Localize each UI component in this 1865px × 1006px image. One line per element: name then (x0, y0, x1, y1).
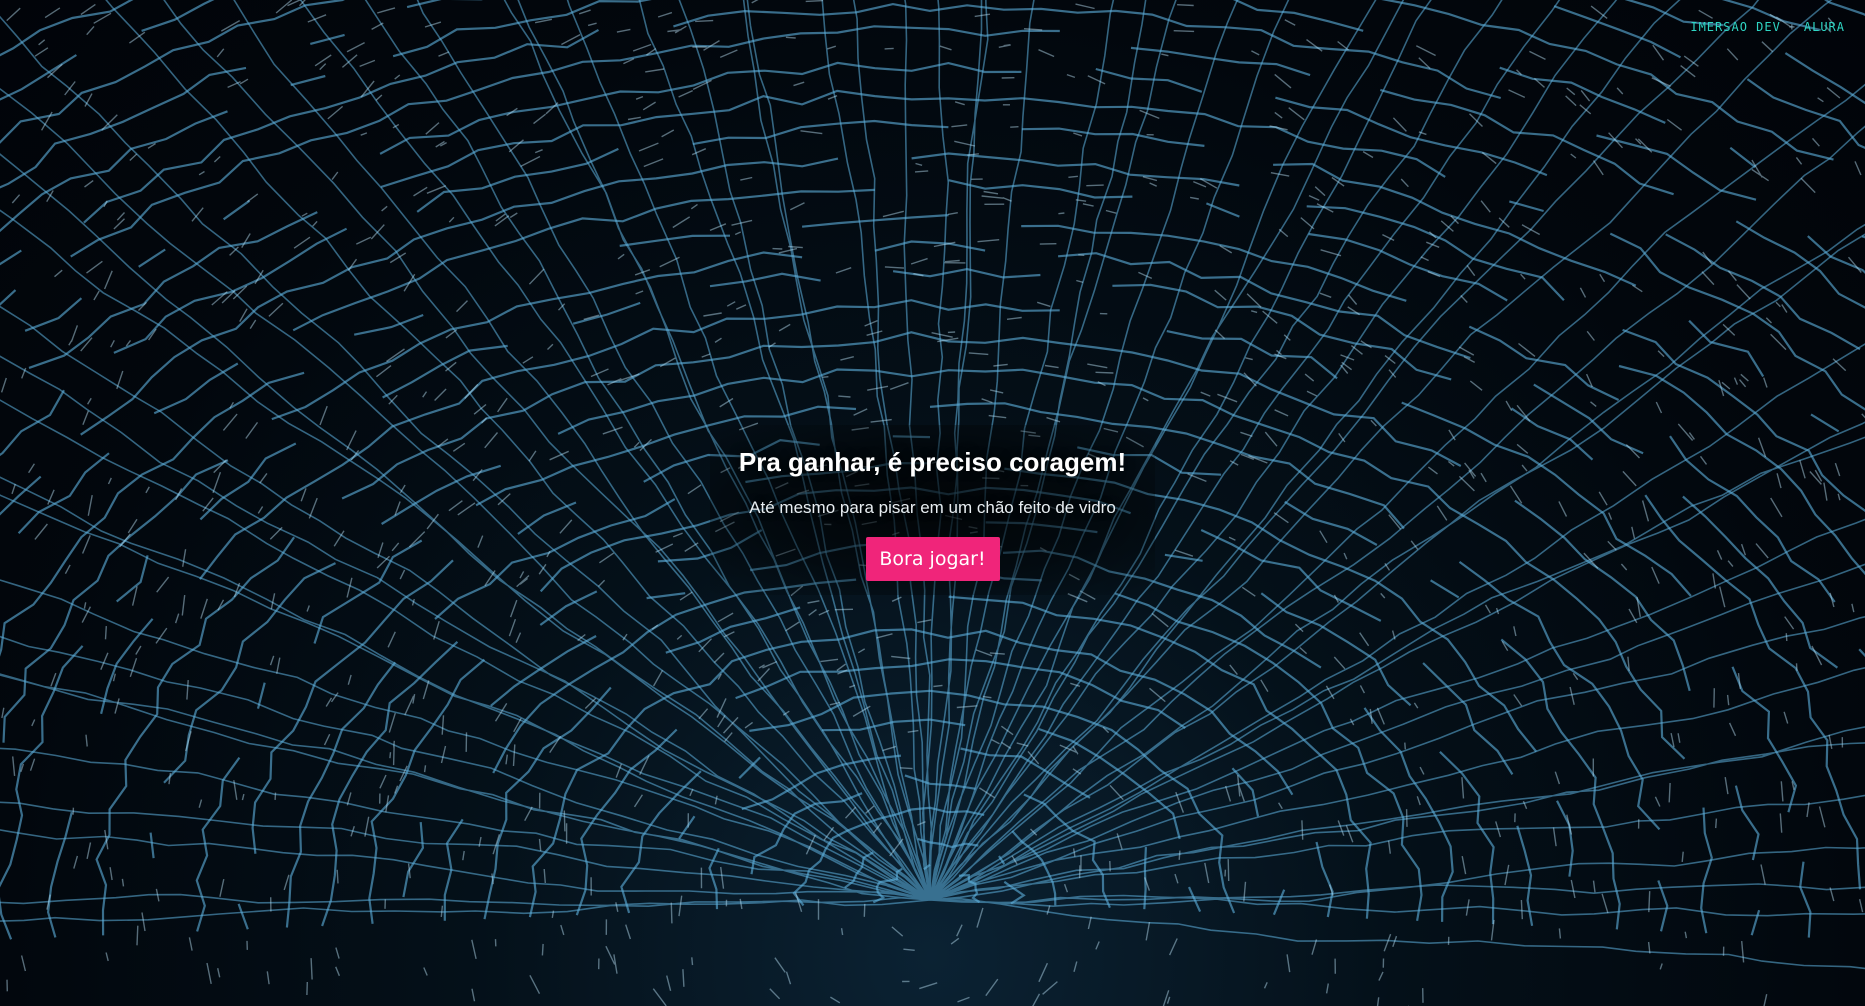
brand-alura-label: ALURA (1803, 20, 1845, 34)
page-title: Pra ganhar, é preciso coragem! (738, 447, 1127, 477)
brand-separator: + (1788, 21, 1796, 33)
brand-imersao-label: IMERSAO DEV (1690, 20, 1781, 34)
brand-logo: IMERSAO DEV + ALURA (1690, 20, 1845, 34)
play-button[interactable]: Bora jogar! (865, 537, 1000, 581)
game-start-screen: IMERSAO DEV + ALURA Pra ganhar, é precis… (0, 0, 1865, 1006)
hero-section: Pra ganhar, é preciso coragem! Até mesmo… (0, 442, 1865, 581)
page-subtitle: Até mesmo para pisar em um chão feito de… (749, 498, 1116, 517)
